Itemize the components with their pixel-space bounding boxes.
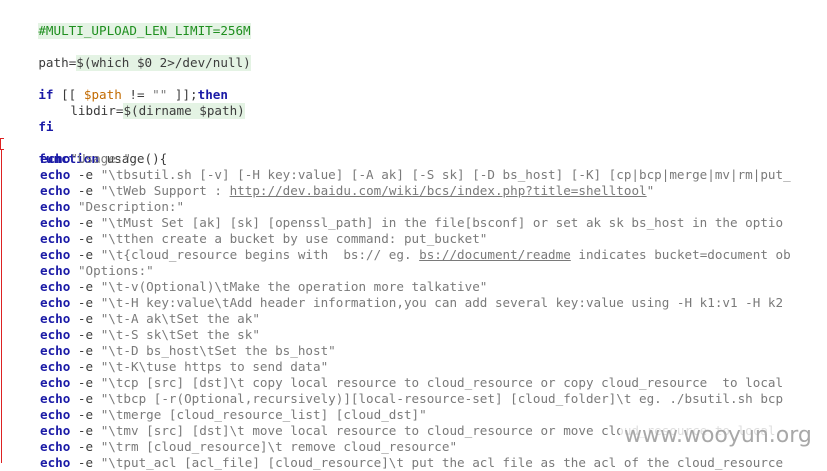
echo-string: "\tbcp [-r(Optional,recursively)][local-…	[100, 391, 784, 406]
code-line-5: if [[ $path != "" ]];then	[8, 71, 228, 102]
echo-flag: -e	[70, 247, 101, 262]
code-line-1: #MULTI_UPLOAD_LEN_LIMIT=256M	[8, 7, 251, 39]
echo-string: "\t-S sk\tSet the sk"	[100, 327, 260, 342]
echo-string: "\t-A ak\tSet the ak"	[100, 311, 260, 326]
echo-flag: -e	[70, 359, 101, 374]
comment-text: #MULTI_UPLOAD_LEN_LIMIT=256M	[38, 23, 251, 39]
assign-operator: =	[68, 55, 77, 70]
echo-line: echo -e "\tbcp [-r(Optional,recursively)…	[8, 391, 783, 407]
echo-command: echo	[40, 183, 71, 198]
assign-operator: =	[115, 103, 124, 118]
echo-string: "Usage:"	[70, 151, 132, 166]
echo-command: echo	[40, 407, 71, 422]
echo-string: "\tbsutil.sh [-v] [-H key:value] [-A ak]…	[100, 167, 791, 182]
echo-line: echo -e "\t-K\tuse https to send data"	[8, 359, 328, 375]
echo-string-prefix: "\t{cloud_resource begins with bs:// eg.	[100, 247, 420, 262]
echo-line: echo -e "\t-S sk\tSet the sk"	[8, 327, 260, 343]
bs-resource-link[interactable]: bs://document/readme	[419, 247, 571, 263]
echo-command: echo	[40, 151, 71, 166]
echo-command: echo	[40, 359, 71, 374]
echo-string-prefix: "\tWeb Support :	[100, 183, 230, 198]
echo-line: echo -e "\tbsutil.sh [-v] [-H key:value]…	[8, 167, 791, 183]
code-editor[interactable]: #MULTI_UPLOAD_LEN_LIMIT=256M path=$(whic…	[0, 0, 827, 470]
echo-string: "\t-H key:value\tAdd header information,…	[100, 295, 784, 310]
echo-line: echo -e "\t-v(Optional)\tMake the operat…	[8, 279, 487, 295]
fold-guide-line	[1, 149, 2, 463]
echo-flag: -e	[70, 407, 101, 422]
echo-string: "\tthen create a bucket by use command: …	[100, 231, 488, 246]
echo-flag: -e	[70, 423, 101, 438]
echo-string: "\tmerge [cloud_resource_list] [cloud_ds…	[100, 407, 427, 422]
code-line-9: function usage(){	[8, 135, 167, 166]
echo-command: echo	[40, 199, 71, 214]
echo-string: "\t-K\tuse https to send data"	[100, 359, 329, 374]
echo-line: echo "Options:"	[8, 263, 154, 279]
echo-string: "Options:"	[77, 263, 154, 278]
echo-command: echo	[40, 375, 71, 390]
echo-string-suffix: indicates bucket=document ob	[570, 247, 791, 262]
echo-line: echo -e "\tcp [src] [dst]\t copy local r…	[8, 375, 783, 391]
echo-command: echo	[40, 455, 71, 470]
echo-flag: -e	[70, 343, 101, 358]
echo-flag	[70, 199, 78, 215]
variable-name: path	[38, 55, 69, 70]
echo-command: echo	[40, 247, 71, 262]
echo-flag: -e	[70, 231, 101, 246]
echo-string: "\tput_acl [acl_file] [cloud_resource]\t…	[100, 455, 784, 470]
watermark: www.wooyun.org	[620, 423, 816, 448]
echo-line: echo -e "\t-H key:value\tAdd header info…	[8, 295, 783, 311]
echo-command: echo	[40, 231, 71, 246]
echo-command: echo	[40, 295, 71, 310]
echo-flag: -e	[70, 375, 101, 390]
echo-command: echo	[40, 279, 71, 294]
variable-name: libdir	[70, 103, 116, 118]
echo-string: "\trm [cloud_resource]\t remove cloud_re…	[100, 439, 458, 454]
echo-flag: -e	[70, 311, 101, 326]
echo-line: echo -e "\t-D bs_host\tSet the bs_host"	[8, 343, 336, 359]
echo-line: echo "Description:"	[8, 199, 184, 215]
echo-line: echo -e "\tthen create a bucket by use c…	[8, 231, 487, 247]
echo-line: echo"Usage:"	[8, 151, 131, 167]
echo-command: echo	[40, 439, 71, 454]
echo-string: "\t-v(Optional)\tMake the operation more…	[100, 279, 488, 294]
echo-line: echo -e "\tmerge [cloud_resource_list] […	[8, 407, 427, 423]
echo-flag: -e	[70, 295, 101, 310]
echo-line: echo -e "\t-A ak\tSet the ak"	[8, 311, 260, 327]
echo-command: echo	[40, 391, 71, 406]
echo-line: echo -e "\trm [cloud_resource]\t remove …	[8, 439, 457, 455]
code-line-7: fi	[8, 103, 53, 134]
echo-flag: -e	[70, 439, 101, 454]
echo-line: echo -e "\tWeb Support : http://dev.baid…	[8, 183, 654, 199]
web-support-link[interactable]: http://dev.baidu.com/wiki/bcs/index.php?…	[230, 183, 647, 199]
command-substitution: $(which $0 2>/dev/null)	[76, 55, 251, 71]
keyword-fi: fi	[38, 119, 54, 134]
echo-flag: -e	[70, 327, 101, 342]
echo-line: echo -e "\tMust Set [ak] [sk] [openssl_p…	[8, 215, 783, 231]
echo-string: "\tMust Set [ak] [sk] [openssl_path] in …	[100, 215, 784, 230]
echo-string: "Description:"	[77, 199, 185, 214]
echo-line: echo -e "\tput_acl [acl_file] [cloud_res…	[8, 455, 783, 471]
echo-string-suffix: "	[646, 183, 655, 198]
code-line-3: path=$(which $0 2>/dev/null)	[8, 39, 251, 71]
echo-command: echo	[40, 423, 71, 438]
echo-flag: -e	[70, 215, 101, 230]
command-substitution: $(dirname $path)	[123, 103, 245, 119]
echo-flag: -e	[70, 183, 101, 198]
echo-command: echo	[40, 215, 71, 230]
echo-flag: -e	[70, 167, 101, 182]
echo-flag	[70, 263, 78, 279]
echo-command: echo	[40, 167, 71, 182]
echo-string: "\t-D bs_host\tSet the bs_host"	[100, 343, 336, 358]
echo-command: echo	[40, 327, 71, 342]
echo-command: echo	[40, 263, 71, 278]
echo-string: "\tcp [src] [dst]\t copy local resource …	[100, 375, 784, 390]
echo-flag: -e	[70, 455, 101, 470]
echo-line: echo -e "\t{cloud_resource begins with b…	[8, 247, 791, 263]
echo-flag: -e	[70, 391, 101, 406]
echo-flag: -e	[70, 279, 101, 294]
code-line-6: libdir=$(dirname $path)	[8, 87, 245, 119]
echo-command: echo	[40, 343, 71, 358]
echo-command: echo	[40, 311, 71, 326]
